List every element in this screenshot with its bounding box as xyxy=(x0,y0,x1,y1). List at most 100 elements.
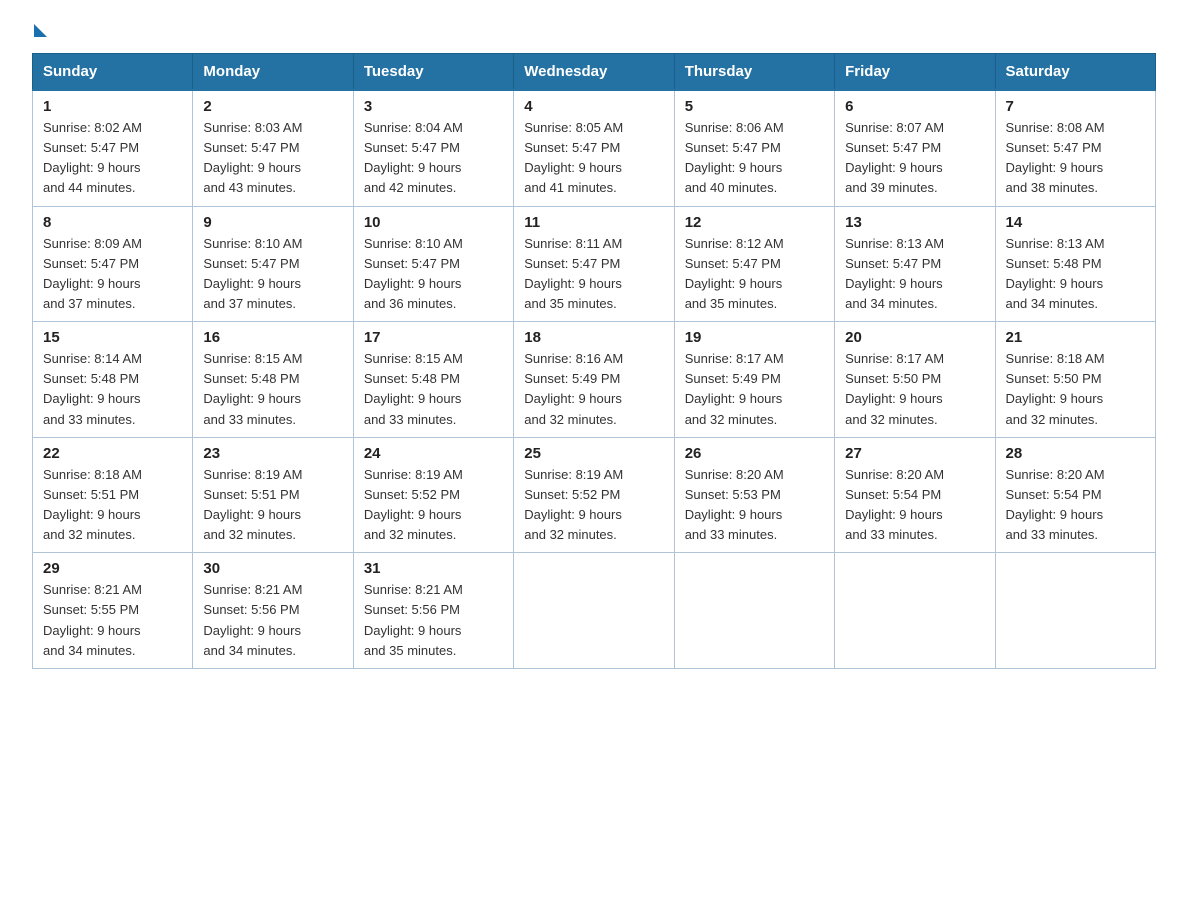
header-wednesday: Wednesday xyxy=(514,54,674,91)
day-cell: 11 Sunrise: 8:11 AMSunset: 5:47 PMDaylig… xyxy=(514,206,674,322)
calendar-header: SundayMondayTuesdayWednesdayThursdayFrid… xyxy=(33,54,1156,91)
day-cell: 14 Sunrise: 8:13 AMSunset: 5:48 PMDaylig… xyxy=(995,206,1155,322)
day-cell: 19 Sunrise: 8:17 AMSunset: 5:49 PMDaylig… xyxy=(674,322,834,438)
day-number: 31 xyxy=(364,560,503,577)
day-cell: 2 Sunrise: 8:03 AMSunset: 5:47 PMDayligh… xyxy=(193,90,353,206)
day-info: Sunrise: 8:21 AMSunset: 5:55 PMDaylight:… xyxy=(43,582,142,657)
day-info: Sunrise: 8:20 AMSunset: 5:54 PMDaylight:… xyxy=(1006,467,1105,542)
day-cell: 21 Sunrise: 8:18 AMSunset: 5:50 PMDaylig… xyxy=(995,322,1155,438)
header-tuesday: Tuesday xyxy=(353,54,513,91)
day-info: Sunrise: 8:19 AMSunset: 5:52 PMDaylight:… xyxy=(364,467,463,542)
day-info: Sunrise: 8:10 AMSunset: 5:47 PMDaylight:… xyxy=(203,236,302,311)
day-info: Sunrise: 8:20 AMSunset: 5:53 PMDaylight:… xyxy=(685,467,784,542)
day-info: Sunrise: 8:03 AMSunset: 5:47 PMDaylight:… xyxy=(203,120,302,195)
day-info: Sunrise: 8:21 AMSunset: 5:56 PMDaylight:… xyxy=(364,582,463,657)
day-number: 8 xyxy=(43,214,182,231)
day-info: Sunrise: 8:07 AMSunset: 5:47 PMDaylight:… xyxy=(845,120,944,195)
day-number: 17 xyxy=(364,329,503,346)
header-row: SundayMondayTuesdayWednesdayThursdayFrid… xyxy=(33,54,1156,91)
day-cell: 12 Sunrise: 8:12 AMSunset: 5:47 PMDaylig… xyxy=(674,206,834,322)
header-sunday: Sunday xyxy=(33,54,193,91)
day-info: Sunrise: 8:11 AMSunset: 5:47 PMDaylight:… xyxy=(524,236,622,311)
day-cell: 5 Sunrise: 8:06 AMSunset: 5:47 PMDayligh… xyxy=(674,90,834,206)
day-cell: 25 Sunrise: 8:19 AMSunset: 5:52 PMDaylig… xyxy=(514,437,674,553)
day-cell: 20 Sunrise: 8:17 AMSunset: 5:50 PMDaylig… xyxy=(835,322,995,438)
day-number: 15 xyxy=(43,329,182,346)
day-info: Sunrise: 8:15 AMSunset: 5:48 PMDaylight:… xyxy=(364,351,463,426)
day-info: Sunrise: 8:09 AMSunset: 5:47 PMDaylight:… xyxy=(43,236,142,311)
day-info: Sunrise: 8:08 AMSunset: 5:47 PMDaylight:… xyxy=(1006,120,1105,195)
day-number: 3 xyxy=(364,98,503,115)
day-cell: 24 Sunrise: 8:19 AMSunset: 5:52 PMDaylig… xyxy=(353,437,513,553)
day-number: 16 xyxy=(203,329,342,346)
day-number: 21 xyxy=(1006,329,1145,346)
day-cell: 6 Sunrise: 8:07 AMSunset: 5:47 PMDayligh… xyxy=(835,90,995,206)
day-number: 14 xyxy=(1006,214,1145,231)
day-info: Sunrise: 8:02 AMSunset: 5:47 PMDaylight:… xyxy=(43,120,142,195)
logo-arrow-icon xyxy=(34,24,47,37)
day-cell xyxy=(674,553,834,669)
day-number: 25 xyxy=(524,445,663,462)
day-cell: 9 Sunrise: 8:10 AMSunset: 5:47 PMDayligh… xyxy=(193,206,353,322)
day-number: 28 xyxy=(1006,445,1145,462)
day-cell: 30 Sunrise: 8:21 AMSunset: 5:56 PMDaylig… xyxy=(193,553,353,669)
day-info: Sunrise: 8:17 AMSunset: 5:49 PMDaylight:… xyxy=(685,351,784,426)
day-cell: 13 Sunrise: 8:13 AMSunset: 5:47 PMDaylig… xyxy=(835,206,995,322)
day-cell: 27 Sunrise: 8:20 AMSunset: 5:54 PMDaylig… xyxy=(835,437,995,553)
day-cell: 29 Sunrise: 8:21 AMSunset: 5:55 PMDaylig… xyxy=(33,553,193,669)
week-row-4: 22 Sunrise: 8:18 AMSunset: 5:51 PMDaylig… xyxy=(33,437,1156,553)
day-cell: 10 Sunrise: 8:10 AMSunset: 5:47 PMDaylig… xyxy=(353,206,513,322)
day-number: 2 xyxy=(203,98,342,115)
day-info: Sunrise: 8:18 AMSunset: 5:51 PMDaylight:… xyxy=(43,467,142,542)
logo xyxy=(32,24,47,35)
day-info: Sunrise: 8:10 AMSunset: 5:47 PMDaylight:… xyxy=(364,236,463,311)
day-info: Sunrise: 8:14 AMSunset: 5:48 PMDaylight:… xyxy=(43,351,142,426)
day-cell: 3 Sunrise: 8:04 AMSunset: 5:47 PMDayligh… xyxy=(353,90,513,206)
day-number: 18 xyxy=(524,329,663,346)
day-info: Sunrise: 8:19 AMSunset: 5:52 PMDaylight:… xyxy=(524,467,623,542)
day-number: 1 xyxy=(43,98,182,115)
day-info: Sunrise: 8:20 AMSunset: 5:54 PMDaylight:… xyxy=(845,467,944,542)
day-info: Sunrise: 8:21 AMSunset: 5:56 PMDaylight:… xyxy=(203,582,302,657)
day-cell: 17 Sunrise: 8:15 AMSunset: 5:48 PMDaylig… xyxy=(353,322,513,438)
day-number: 30 xyxy=(203,560,342,577)
header-friday: Friday xyxy=(835,54,995,91)
day-info: Sunrise: 8:15 AMSunset: 5:48 PMDaylight:… xyxy=(203,351,302,426)
day-cell: 4 Sunrise: 8:05 AMSunset: 5:47 PMDayligh… xyxy=(514,90,674,206)
header-thursday: Thursday xyxy=(674,54,834,91)
calendar-body: 1 Sunrise: 8:02 AMSunset: 5:47 PMDayligh… xyxy=(33,90,1156,668)
day-cell xyxy=(514,553,674,669)
day-cell: 18 Sunrise: 8:16 AMSunset: 5:49 PMDaylig… xyxy=(514,322,674,438)
day-number: 11 xyxy=(524,214,663,231)
day-number: 22 xyxy=(43,445,182,462)
day-info: Sunrise: 8:12 AMSunset: 5:47 PMDaylight:… xyxy=(685,236,784,311)
calendar-table: SundayMondayTuesdayWednesdayThursdayFrid… xyxy=(32,53,1156,669)
page-header xyxy=(32,24,1156,35)
day-cell: 22 Sunrise: 8:18 AMSunset: 5:51 PMDaylig… xyxy=(33,437,193,553)
day-number: 5 xyxy=(685,98,824,115)
day-number: 29 xyxy=(43,560,182,577)
day-info: Sunrise: 8:16 AMSunset: 5:49 PMDaylight:… xyxy=(524,351,623,426)
header-monday: Monday xyxy=(193,54,353,91)
day-number: 9 xyxy=(203,214,342,231)
day-info: Sunrise: 8:18 AMSunset: 5:50 PMDaylight:… xyxy=(1006,351,1105,426)
day-cell: 1 Sunrise: 8:02 AMSunset: 5:47 PMDayligh… xyxy=(33,90,193,206)
day-number: 20 xyxy=(845,329,984,346)
day-cell: 16 Sunrise: 8:15 AMSunset: 5:48 PMDaylig… xyxy=(193,322,353,438)
day-info: Sunrise: 8:04 AMSunset: 5:47 PMDaylight:… xyxy=(364,120,463,195)
day-number: 24 xyxy=(364,445,503,462)
day-number: 26 xyxy=(685,445,824,462)
day-cell: 26 Sunrise: 8:20 AMSunset: 5:53 PMDaylig… xyxy=(674,437,834,553)
day-info: Sunrise: 8:05 AMSunset: 5:47 PMDaylight:… xyxy=(524,120,623,195)
day-cell xyxy=(835,553,995,669)
day-number: 13 xyxy=(845,214,984,231)
day-number: 10 xyxy=(364,214,503,231)
day-number: 19 xyxy=(685,329,824,346)
header-saturday: Saturday xyxy=(995,54,1155,91)
day-number: 7 xyxy=(1006,98,1145,115)
day-number: 4 xyxy=(524,98,663,115)
day-info: Sunrise: 8:19 AMSunset: 5:51 PMDaylight:… xyxy=(203,467,302,542)
day-number: 27 xyxy=(845,445,984,462)
day-cell xyxy=(995,553,1155,669)
day-info: Sunrise: 8:13 AMSunset: 5:47 PMDaylight:… xyxy=(845,236,944,311)
